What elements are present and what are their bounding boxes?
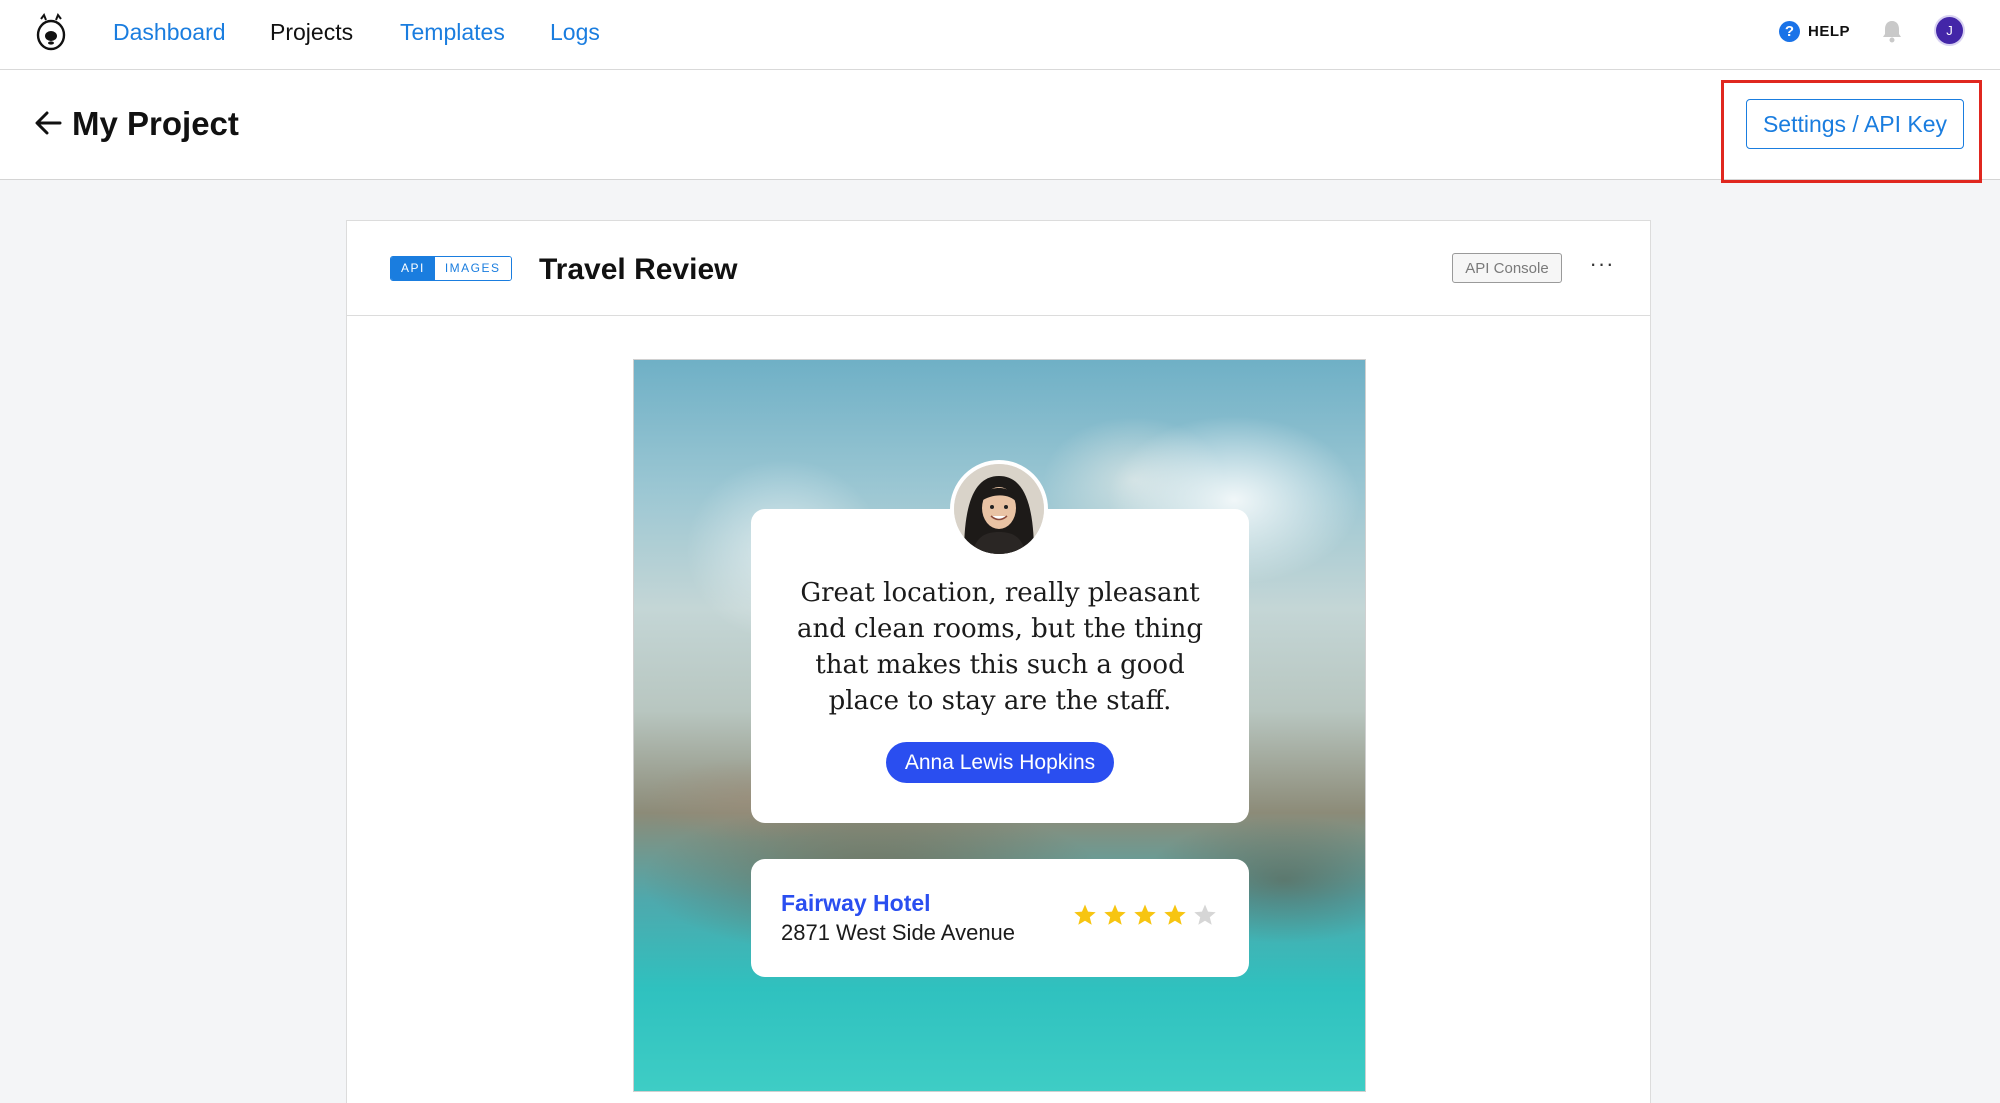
- tag-api: API: [391, 257, 435, 280]
- card-title: Travel Review: [539, 253, 738, 286]
- tag-images: IMAGES: [434, 257, 511, 280]
- nav-dashboard[interactable]: Dashboard: [113, 17, 226, 47]
- reviewer-photo: [950, 460, 1048, 558]
- star-rating: [1073, 903, 1217, 927]
- nav-templates[interactable]: Templates: [400, 17, 505, 47]
- reviewer-portrait-icon: [954, 464, 1044, 554]
- nav-logs[interactable]: Logs: [550, 17, 600, 47]
- hotel-address: 2871 West Side Avenue: [781, 920, 1016, 945]
- nav-projects[interactable]: Projects: [270, 17, 353, 47]
- review-quote: Great location, really pleasant and clea…: [796, 578, 1204, 716]
- help-label: HELP: [1808, 22, 1851, 40]
- settings-api-key-button[interactable]: Settings / API Key: [1746, 99, 1964, 149]
- question-circle-icon: ?: [1779, 20, 1800, 42]
- bear-logo-icon[interactable]: [34, 12, 68, 52]
- card-header: API IMAGES Travel Review API Console ···: [347, 221, 1650, 316]
- hotel-name: Fairway Hotel: [781, 890, 931, 916]
- type-tag: API IMAGES: [390, 256, 512, 281]
- star-filled-icon: [1104, 904, 1126, 925]
- arrow-left-icon[interactable]: [34, 110, 62, 136]
- api-console-button[interactable]: API Console: [1452, 253, 1562, 283]
- star-filled-icon: [1134, 904, 1156, 925]
- help-button[interactable]: ? HELP: [1779, 19, 1850, 43]
- more-options-icon[interactable]: ···: [1587, 251, 1617, 281]
- user-avatar[interactable]: J: [1936, 17, 1963, 44]
- top-nav: Dashboard Projects Templates Logs ? HELP…: [0, 0, 2000, 70]
- page-header: My Project Settings / API Key: [0, 70, 2000, 180]
- hotel-card: Fairway Hotel 2871 West Side Avenue: [751, 859, 1249, 977]
- template-preview-image[interactable]: Great location, really pleasant and clea…: [633, 359, 1366, 1092]
- star-empty-icon: [1194, 904, 1216, 925]
- reviewer-name-badge: Anna Lewis Hopkins: [886, 742, 1114, 783]
- page-title: My Project: [72, 105, 239, 142]
- bell-icon[interactable]: [1881, 19, 1903, 43]
- template-card: API IMAGES Travel Review API Console ···…: [346, 220, 1651, 1103]
- star-filled-icon: [1164, 904, 1186, 925]
- star-filled-icon: [1074, 904, 1096, 925]
